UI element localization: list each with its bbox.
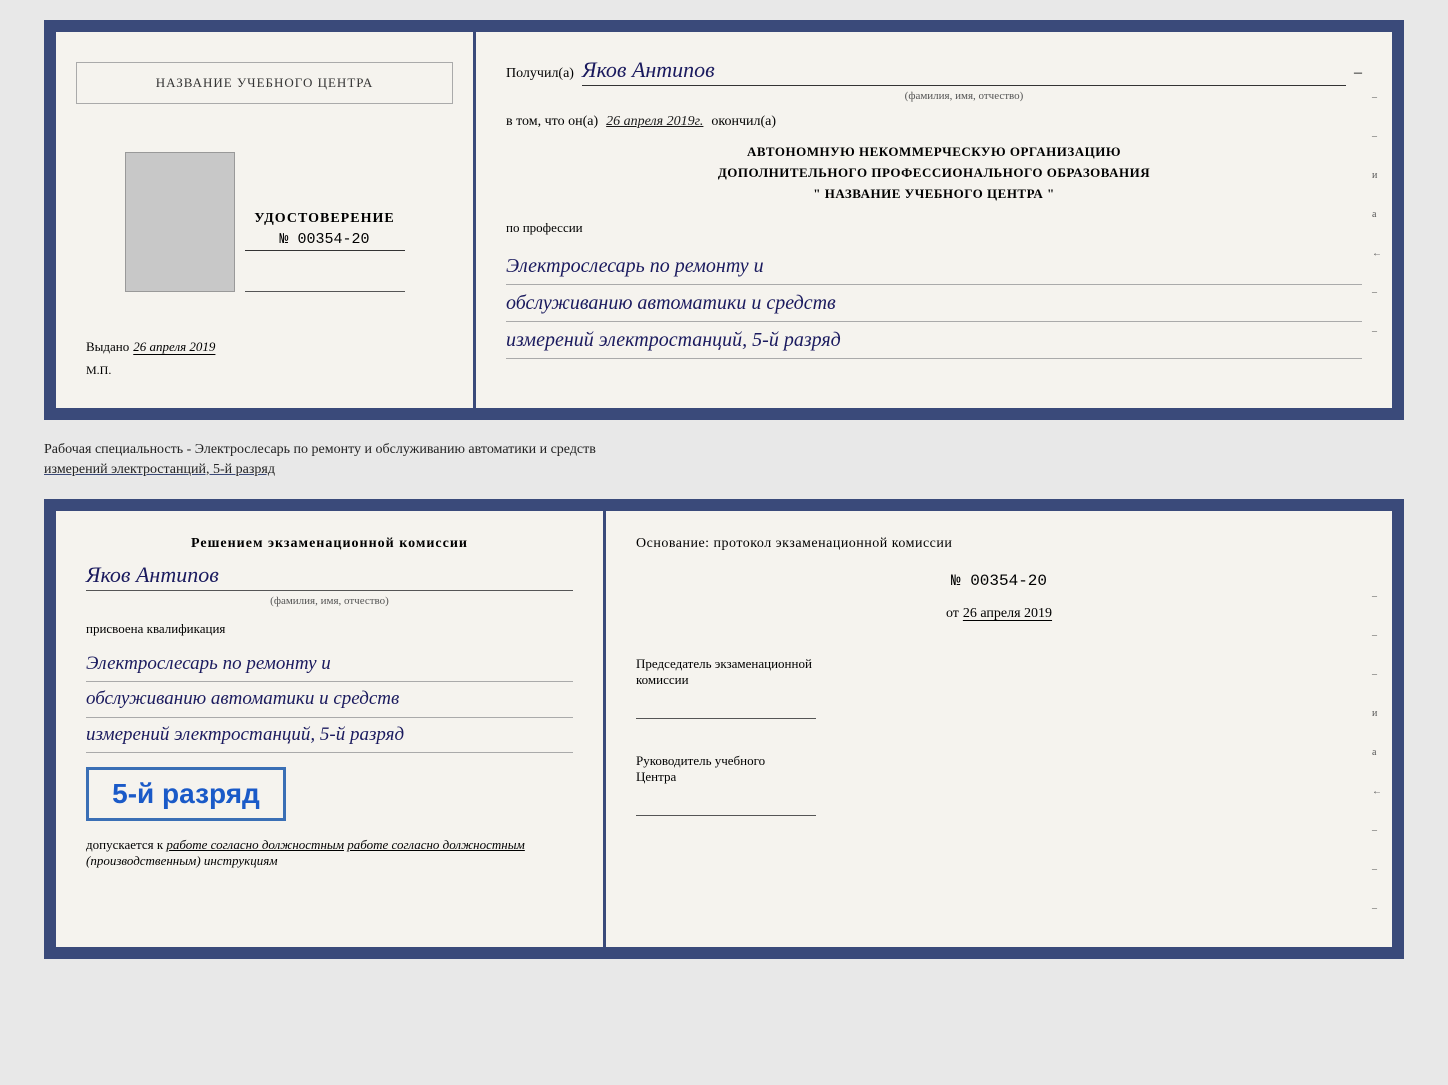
recipient-name: Яков Антипов <box>582 57 1346 86</box>
profession-block: Электрослесарь по ремонту и обслуживанию… <box>506 248 1362 359</box>
annotation-text2: измерений электростанций, 5-й разряд <box>44 462 275 477</box>
protocol-date: 26 апреля 2019 <box>963 606 1052 621</box>
cert-vydano: Выдано 26 апреля 2019 М.П. <box>76 339 453 378</box>
cert-photo <box>125 152 235 292</box>
predsedatel-block: Председатель экзаменационной комиссии <box>636 656 1362 719</box>
dopusk-italic1-text: работе согласно должностным <box>347 837 525 852</box>
side-marks-right: ––иа←–– <box>1372 92 1392 337</box>
bottom-right-side-marks: –––иа←––– <box>1372 591 1392 914</box>
fio-sublabel: (фамилия, имя, отчество) <box>506 90 1362 102</box>
protocol-number: № 00354-20 <box>636 572 1362 590</box>
rukovoditel-signature-line <box>636 815 816 816</box>
razryad-box: 5-й разряд <box>86 767 286 821</box>
ot-prefix: от <box>946 606 959 621</box>
poluchil-label: Получил(а) <box>506 66 574 82</box>
predsedatel-line2: комиссии <box>636 672 1362 688</box>
vydano-prefix: Выдано <box>86 339 129 355</box>
prisvoena-label: присвоена квалификация <box>86 621 573 637</box>
predsedatel-signature-line <box>636 718 816 719</box>
udostoverenie-label: УДОСТОВЕРЕНИЕ <box>245 211 405 227</box>
top-certificate: НАЗВАНИЕ УЧЕБНОГО ЦЕНТРА УДОСТОВЕРЕНИЕ №… <box>44 20 1404 420</box>
bottom-certificate: Решением экзаменационной комиссии Яков А… <box>44 499 1404 959</box>
dopusk-line: допускается к работе согласно должностны… <box>86 837 573 869</box>
ot-date-line: от 26 апреля 2019 <box>636 604 1362 622</box>
rukovoditel-block: Руководитель учебного Центра <box>636 753 1362 816</box>
annotation-text: Рабочая специальность - Электрослесарь п… <box>44 442 596 457</box>
dopusk-italic2-text: (производственным) инструкциям <box>86 853 278 868</box>
qual-line1: Электрослесарь по ремонту и <box>86 647 573 682</box>
dopusk-prefix: допускается к <box>86 837 163 852</box>
osnovanie-label: Основание: протокол экзаменационной коми… <box>636 536 1362 552</box>
cert-left-panel: НАЗВАНИЕ УЧЕБНОГО ЦЕНТРА УДОСТОВЕРЕНИЕ №… <box>56 32 476 408</box>
okonchil-label: окончил(а) <box>711 114 776 130</box>
po-professii: по профессии <box>506 220 1362 236</box>
rukovoditel-line2: Центра <box>636 769 1362 785</box>
cert-udostoverenie-block: УДОСТОВЕРЕНИЕ № 00354-20 <box>245 211 405 251</box>
rukovoditel-line1: Руководитель учебного <box>636 753 1362 769</box>
razryad-text: 5-й разряд <box>101 778 271 810</box>
cert-bottom-right-panel: Основание: протокол экзаменационной коми… <box>606 511 1392 947</box>
poluchil-line: Получил(а) Яков Антипов – <box>506 57 1362 86</box>
vydano-date: 26 апреля 2019 <box>133 339 215 355</box>
profession-line1: Электрослесарь по ремонту и <box>506 248 1362 285</box>
bottom-fio-sublabel: (фамилия, имя, отчество) <box>86 595 573 607</box>
qualification-block: Электрослесарь по ремонту и обслуживанию… <box>86 647 573 753</box>
org-line1: АВТОНОМНУЮ НЕКОММЕРЧЕСКУЮ ОРГАНИЗАЦИЮ <box>506 142 1362 163</box>
qual-line3: измерений электростанций, 5-й разряд <box>86 718 573 753</box>
profession-line2: обслуживанию автоматики и средств <box>506 285 1362 322</box>
cert-org-title: НАЗВАНИЕ УЧЕБНОГО ЦЕНТРА <box>76 62 453 104</box>
profession-line3: измерений электростанций, 5-й разряд <box>506 322 1362 359</box>
org-line3: " НАЗВАНИЕ УЧЕБНОГО ЦЕНТРА " <box>506 184 1362 205</box>
org-line2: ДОПОЛНИТЕЛЬНОГО ПРОФЕССИОНАЛЬНОГО ОБРАЗО… <box>506 163 1362 184</box>
predsedatel-line1: Председатель экзаменационной <box>636 656 1362 672</box>
v-tom-line: в том, что он(а) 26 апреля 2019г. окончи… <box>506 114 1362 130</box>
cert-number: № 00354-20 <box>245 231 405 251</box>
bottom-recipient-name: Яков Антипов <box>86 562 573 591</box>
annotation-bar: Рабочая специальность - Электрослесарь п… <box>44 436 1404 483</box>
dash-after-name: – <box>1354 64 1362 82</box>
dopusk-italic1: работе согласно должностным <box>166 837 344 852</box>
cert-bottom-left-panel: Решением экзаменационной комиссии Яков А… <box>56 511 606 947</box>
resheniem-label: Решением экзаменационной комиссии <box>86 536 573 552</box>
org-block: АВТОНОМНУЮ НЕКОММЕРЧЕСКУЮ ОРГАНИЗАЦИЮ ДО… <box>506 142 1362 204</box>
completion-date: 26 апреля 2019г. <box>606 114 703 130</box>
qual-line2: обслуживанию автоматики и средств <box>86 682 573 717</box>
cert-right-panel: Получил(а) Яков Антипов – (фамилия, имя,… <box>476 32 1392 408</box>
v-tom-prefix: в том, что он(а) <box>506 114 598 130</box>
cert-left-middle: УДОСТОВЕРЕНИЕ № 00354-20 <box>125 152 405 292</box>
mp-label: М.П. <box>86 363 453 378</box>
